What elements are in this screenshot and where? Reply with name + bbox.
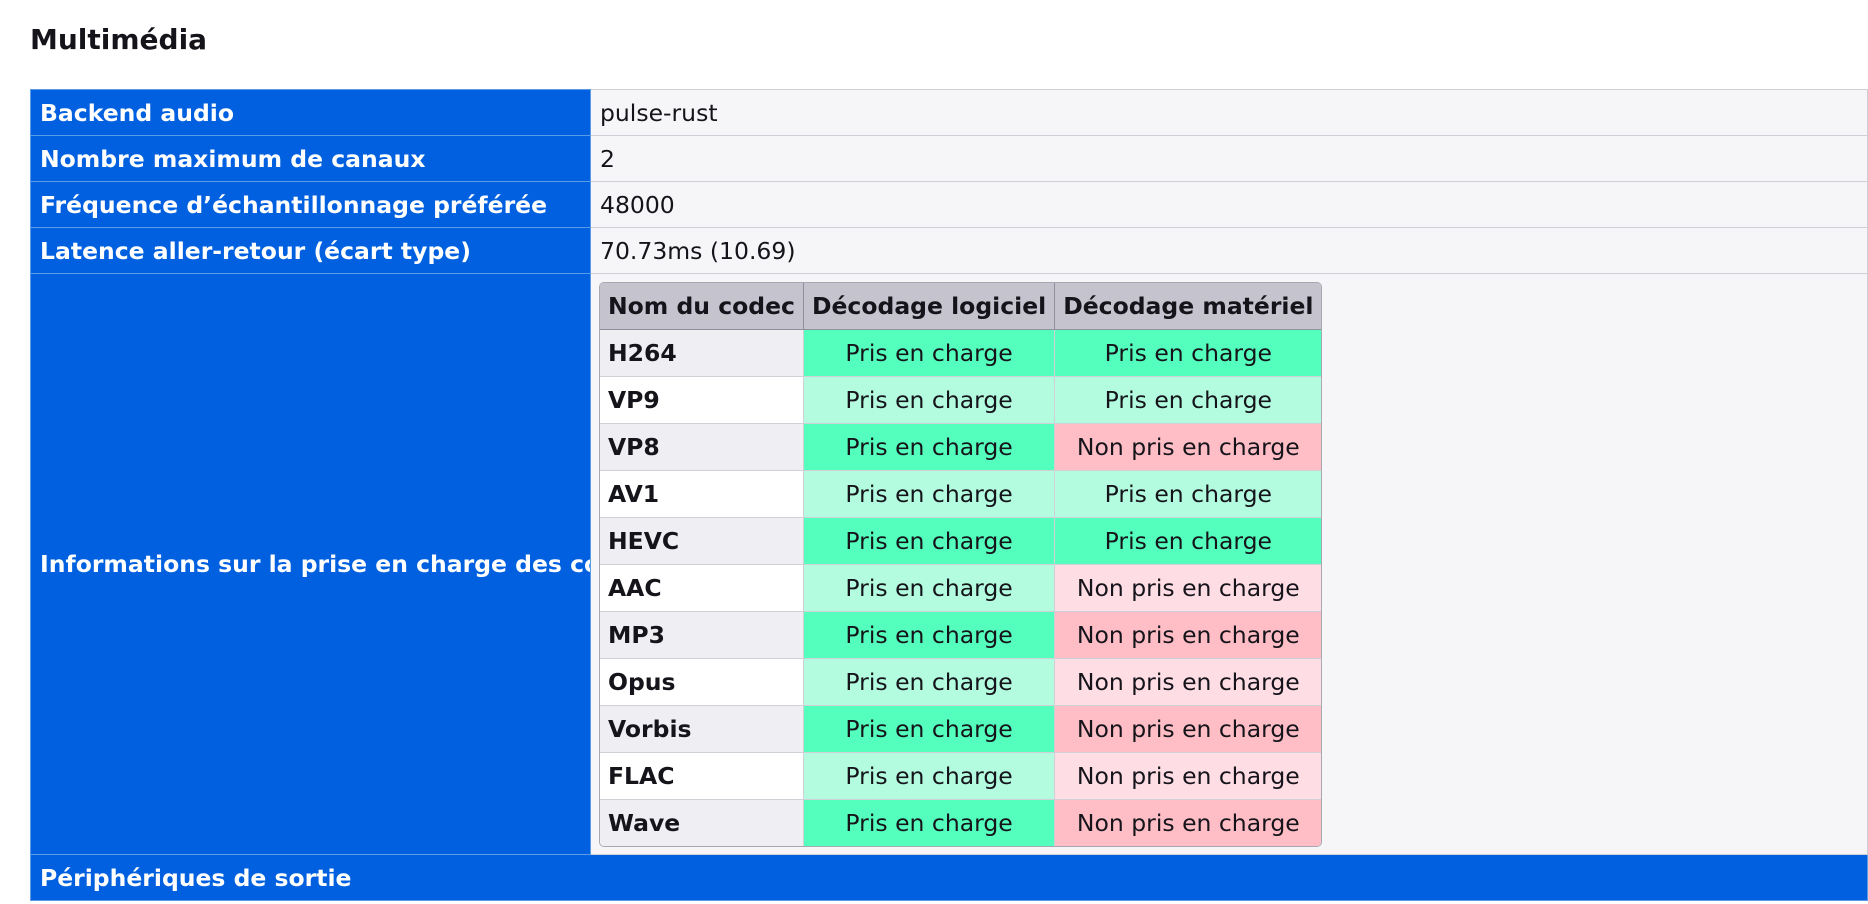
codec-row: AAC Pris en charge Non pris en charge: [600, 565, 1322, 612]
hardware-decoding-status: Non pris en charge: [1055, 424, 1322, 471]
hardware-decoding-status: Non pris en charge: [1055, 800, 1322, 846]
row-label: Nombre maximum de canaux: [30, 135, 591, 182]
hardware-decoding-status: Non pris en charge: [1055, 659, 1322, 706]
codec-row: AV1 Pris en charge Pris en charge: [600, 471, 1322, 518]
info-row-max-channels: Nombre maximum de canaux 2: [30, 135, 1868, 182]
software-decoding-status: Pris en charge: [803, 518, 1056, 565]
info-row-sample-rate: Fréquence d’échantillonnage préférée 480…: [30, 181, 1868, 228]
column-header-codec-name: Nom du codec: [600, 283, 804, 330]
codec-name: VP9: [600, 377, 804, 424]
codec-name: HEVC: [600, 518, 804, 565]
codec-name: VP8: [600, 424, 804, 471]
software-decoding-status: Pris en charge: [803, 800, 1056, 846]
hardware-decoding-status: Pris en charge: [1055, 518, 1322, 565]
codec-row: Opus Pris en charge Non pris en charge: [600, 659, 1322, 706]
codec-name: H264: [600, 330, 804, 377]
codec-row: FLAC Pris en charge Non pris en charge: [600, 753, 1322, 800]
software-decoding-status: Pris en charge: [803, 424, 1056, 471]
codec-support-table: Nom du codec Décodage logiciel Décodage …: [599, 282, 1323, 847]
output-devices-heading: Périphériques de sortie: [30, 854, 1868, 901]
row-label: Latence aller-retour (écart type): [30, 227, 591, 274]
media-info-table: Backend audio pulse-rust Nombre maximum …: [30, 89, 1868, 901]
codec-name: Vorbis: [600, 706, 804, 753]
info-row-latency: Latence aller-retour (écart type) 70.73m…: [30, 227, 1868, 274]
software-decoding-status: Pris en charge: [803, 706, 1056, 753]
info-row-codec-support: Informations sur la prise en charge des …: [30, 273, 1868, 855]
section-header-output-devices: Périphériques de sortie: [30, 854, 1868, 901]
software-decoding-status: Pris en charge: [803, 753, 1056, 800]
codec-row: VP8 Pris en charge Non pris en charge: [600, 424, 1322, 471]
software-decoding-status: Pris en charge: [803, 659, 1056, 706]
codec-name: AAC: [600, 565, 804, 612]
row-value: 70.73ms (10.69): [590, 227, 1868, 274]
row-value: Nom du codec Décodage logiciel Décodage …: [590, 273, 1868, 855]
hardware-decoding-status: Non pris en charge: [1055, 612, 1322, 659]
codec-row: H264 Pris en charge Pris en charge: [600, 330, 1322, 377]
hardware-decoding-status: Non pris en charge: [1055, 565, 1322, 612]
row-label: Backend audio: [30, 89, 591, 136]
column-header-software-decoding: Décodage logiciel: [803, 283, 1056, 330]
row-label: Informations sur la prise en charge des …: [30, 273, 591, 855]
hardware-decoding-status: Pris en charge: [1055, 377, 1322, 424]
codec-name: MP3: [600, 612, 804, 659]
codec-row: VP9 Pris en charge Pris en charge: [600, 377, 1322, 424]
info-row-audio-backend: Backend audio pulse-rust: [30, 89, 1868, 136]
software-decoding-status: Pris en charge: [803, 612, 1056, 659]
codec-name: Opus: [600, 659, 804, 706]
row-value: 48000: [590, 181, 1868, 228]
codec-table-body: H264 Pris en charge Pris en charge VP9 Pris …: [600, 330, 1322, 846]
codec-name: AV1: [600, 471, 804, 518]
codec-row: HEVC Pris en charge Pris en charge: [600, 518, 1322, 565]
codec-name: FLAC: [600, 753, 804, 800]
hardware-decoding-status: Non pris en charge: [1055, 706, 1322, 753]
codec-row: Vorbis Pris en charge Non pris en charge: [600, 706, 1322, 753]
hardware-decoding-status: Pris en charge: [1055, 471, 1322, 518]
row-label: Fréquence d’échantillonnage préférée: [30, 181, 591, 228]
software-decoding-status: Pris en charge: [803, 377, 1056, 424]
software-decoding-status: Pris en charge: [803, 565, 1056, 612]
codec-row: MP3 Pris en charge Non pris en charge: [600, 612, 1322, 659]
column-header-hardware-decoding: Décodage matériel: [1055, 283, 1322, 330]
row-value: pulse-rust: [590, 89, 1868, 136]
codec-table-header: Nom du codec Décodage logiciel Décodage …: [600, 283, 1322, 330]
section-title: Multimédia: [30, 23, 208, 56]
hardware-decoding-status: Pris en charge: [1055, 330, 1322, 377]
software-decoding-status: Pris en charge: [803, 330, 1056, 377]
software-decoding-status: Pris en charge: [803, 471, 1056, 518]
hardware-decoding-status: Non pris en charge: [1055, 753, 1322, 800]
codec-row: Wave Pris en charge Non pris en charge: [600, 800, 1322, 846]
codec-name: Wave: [600, 800, 804, 846]
row-value: 2: [590, 135, 1868, 182]
